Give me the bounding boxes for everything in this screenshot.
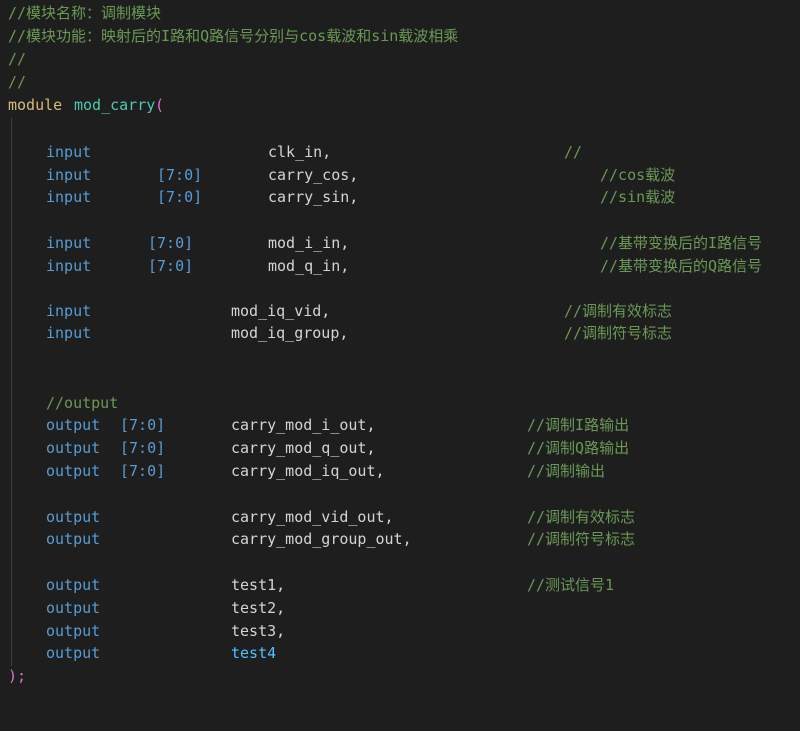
port-direction: output: [46, 599, 101, 617]
port-direction: output: [46, 462, 101, 480]
port-name: mod_q_in,: [268, 257, 350, 275]
comment-module-function: //模块功能：映射后的I路和Q路信号分别与cos载波和sin载波相乘: [8, 27, 459, 45]
port-direction: output: [46, 622, 101, 640]
port-comment: //调制输出: [527, 462, 606, 480]
close-paren: );: [8, 667, 27, 685]
port-range: [7:0]: [120, 439, 166, 457]
code-line-port[interactable]: output [7:0] carry_mod_iq_out, //调制输出: [0, 460, 605, 482]
port-direction: input: [46, 257, 92, 275]
port-direction: output: [46, 644, 101, 662]
port-name: carry_sin,: [268, 188, 359, 206]
comment-empty: //: [8, 50, 27, 68]
port-name: test3,: [231, 622, 286, 640]
module-name: mod_carry: [74, 96, 156, 114]
code-line[interactable]: //: [0, 71, 36, 93]
code-line-port[interactable]: input [7:0] carry_cos, //cos载波: [0, 164, 675, 186]
port-comment: //: [564, 143, 583, 161]
port-direction: output: [46, 439, 101, 457]
code-line[interactable]: //: [0, 48, 36, 70]
port-range: [7:0]: [120, 462, 166, 480]
port-name: clk_in,: [268, 143, 332, 161]
port-name: test4: [231, 644, 277, 662]
port-direction: input: [46, 234, 92, 252]
port-name: test2,: [231, 599, 286, 617]
port-comment: //调制符号标志: [527, 530, 636, 548]
code-line[interactable]: //output: [0, 392, 118, 414]
code-editor[interactable]: //模块名称：调制模块 //模块功能：映射后的I路和Q路信号分别与cos载波和s…: [0, 0, 800, 702]
port-comment: //调制Q路输出: [527, 439, 630, 457]
port-comment: //调制I路输出: [527, 416, 630, 434]
port-range: [7:0]: [148, 234, 194, 252]
code-line[interactable]: //模块功能：映射后的I路和Q路信号分别与cos载波和sin载波相乘: [0, 25, 458, 47]
port-direction: input: [46, 324, 92, 342]
port-name: carry_mod_q_out,: [231, 439, 376, 457]
port-direction: output: [46, 576, 101, 594]
port-comment: //调制有效标志: [564, 302, 673, 320]
port-range: [7:0]: [157, 166, 203, 184]
port-name: test1,: [231, 576, 286, 594]
code-line-port[interactable]: output test1, //测试信号1: [0, 574, 614, 596]
code-line-port[interactable]: output test3,: [0, 620, 285, 642]
port-range: [7:0]: [120, 416, 166, 434]
port-comment: //测试信号1: [527, 576, 615, 594]
port-name: mod_i_in,: [268, 234, 350, 252]
code-line-port[interactable]: output test4: [0, 642, 276, 664]
port-direction: input: [46, 188, 92, 206]
code-line-port[interactable]: output carry_mod_vid_out, //调制有效标志: [0, 506, 635, 528]
code-line-module-decl[interactable]: module mod_carry (: [0, 94, 164, 116]
section-comment-output: //output: [46, 394, 119, 412]
port-direction: output: [46, 530, 101, 548]
port-name: carry_mod_i_out,: [231, 416, 376, 434]
code-line-port[interactable]: input [7:0] mod_i_in, //基带变换后的I路信号: [0, 232, 762, 254]
port-name: carry_mod_vid_out,: [231, 508, 394, 526]
code-line-port[interactable]: input [7:0] carry_sin, //sin载波: [0, 186, 675, 208]
comment-empty: //: [8, 73, 27, 91]
port-name: mod_iq_group,: [231, 324, 349, 342]
port-comment: //cos载波: [600, 166, 676, 184]
code-line[interactable]: //模块名称：调制模块: [0, 2, 161, 24]
port-range: [7:0]: [148, 257, 194, 275]
code-line-port[interactable]: output [7:0] carry_mod_q_out, //调制Q路输出: [0, 437, 629, 459]
port-comment: //调制符号标志: [564, 324, 673, 342]
code-line-port[interactable]: input mod_iq_vid, //调制有效标志: [0, 300, 672, 322]
port-name: mod_iq_vid,: [231, 302, 331, 320]
port-range: [7:0]: [157, 188, 203, 206]
code-line-port[interactable]: output test2,: [0, 597, 285, 619]
port-direction: input: [46, 143, 92, 161]
code-line-port[interactable]: output [7:0] carry_mod_i_out, //调制I路输出: [0, 414, 629, 436]
port-direction: output: [46, 416, 101, 434]
port-comment: //调制有效标志: [527, 508, 636, 526]
port-direction: input: [46, 166, 92, 184]
code-line-closing[interactable]: );: [0, 665, 36, 687]
port-name: carry_mod_group_out,: [231, 530, 412, 548]
port-comment: //sin载波: [600, 188, 676, 206]
port-direction: input: [46, 302, 92, 320]
code-line-port[interactable]: output carry_mod_group_out, //调制符号标志: [0, 528, 635, 550]
comment-module-name: //模块名称：调制模块: [8, 4, 162, 22]
port-direction: output: [46, 508, 101, 526]
port-name: carry_cos,: [268, 166, 359, 184]
port-comment: //基带变换后的I路信号: [600, 234, 763, 252]
open-paren: (: [155, 96, 165, 114]
port-name: carry_mod_iq_out,: [231, 462, 385, 480]
module-keyword: module: [8, 96, 63, 114]
port-comment: //基带变换后的Q路信号: [600, 257, 763, 275]
code-line-port[interactable]: input clk_in, //: [0, 141, 582, 163]
code-line-port[interactable]: input [7:0] mod_q_in, //基带变换后的Q路信号: [0, 255, 762, 277]
code-line-port[interactable]: input mod_iq_group, //调制符号标志: [0, 322, 672, 344]
